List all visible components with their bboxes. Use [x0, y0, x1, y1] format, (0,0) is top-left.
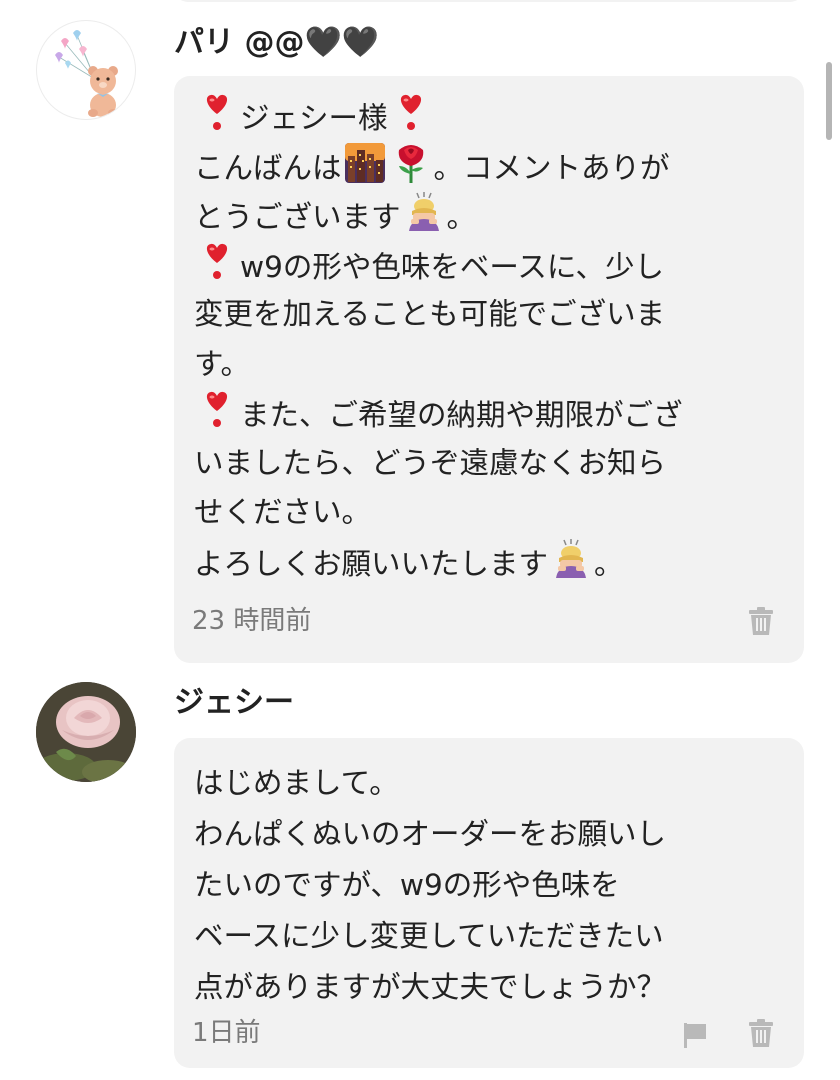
- bowing-person-emoji-icon: [550, 538, 592, 580]
- comment-bubble: はじめまして。わんぱくぬいのオーダーをお願いし たいのですが、w9の形や色味をベー…: [174, 738, 804, 1068]
- delete-button[interactable]: [744, 1016, 778, 1050]
- comment-text-segment: 。: [594, 546, 624, 581]
- comment-text-segment: こんばんは: [194, 150, 342, 185]
- comment-text-line: w9の形や色味をベースに、少し: [194, 241, 790, 291]
- heart-exclamation-emoji-icon: [196, 389, 238, 431]
- comment-text-line: 点がありますが大丈夫でしょうか？: [194, 962, 790, 1013]
- heart-exclamation-emoji-icon: [390, 92, 432, 134]
- comment-text-line: せください。: [194, 488, 790, 538]
- comment-text-line: す。: [194, 340, 790, 390]
- comment-text-segment: わんぱくぬいのオーダーをお願いし: [194, 817, 667, 851]
- comment-text-segment: す。: [194, 346, 251, 381]
- comment-text-line: ベースに少し変更していただきたい: [194, 911, 790, 962]
- comment-text-line: また、ご希望の納期や期限がござ: [194, 389, 790, 439]
- comment-text-segment: 。: [446, 200, 477, 234]
- comment-bubble: ジェシー様 こんばんは 。コメントありが とうございます。 w9の形や色味をベースに、少…: [174, 76, 804, 663]
- heart-exclamation-emoji-icon: [196, 241, 238, 283]
- pink-rose-photo-icon: [36, 682, 136, 782]
- heart-exclamation-emoji-icon: [196, 92, 238, 134]
- trash-icon: [749, 607, 773, 635]
- avatar-pari[interactable]: [36, 20, 136, 120]
- comment-text-segment: とうございます: [194, 200, 401, 234]
- comment-text-segment: はじめまして。: [194, 766, 399, 800]
- bowing-person-emoji-icon: [403, 191, 445, 233]
- flag-icon: [684, 1023, 706, 1048]
- comment-text-segment: 点がありますが大丈夫でしょうか？: [194, 970, 667, 1004]
- comment-text-line: ジェシー様: [194, 92, 790, 142]
- comment-text-segment: ベースに少し変更していただきたい: [194, 919, 664, 953]
- rose-emoji-icon: [390, 142, 432, 184]
- comment-username[interactable]: ジェシー: [174, 688, 294, 718]
- comment-text: ジェシー様 こんばんは 。コメントありが とうございます。 w9の形や色味をベースに、少…: [194, 92, 790, 587]
- comment-text-segment: せください。: [194, 495, 372, 529]
- comment-text-segment: よろしくお願いいたします: [194, 546, 549, 581]
- comment-text-segment: また、ご希望の納期や期限がござ: [240, 398, 683, 432]
- teddy-bear-balloons-icon: [55, 30, 118, 117]
- comment-text-line: 変更を加えることも可能でございま: [194, 290, 790, 340]
- comment-text-segment: w9の形や色味をベースに、少し: [240, 249, 665, 284]
- scrollbar-thumb[interactable]: [826, 62, 832, 140]
- comment-text-segment: いましたら、どうぞ遠慮なくお知ら: [194, 445, 667, 480]
- comment-text-line: とうございます 。: [194, 191, 790, 241]
- comment-text-segment: たいのですが、w9の形や色味を: [194, 868, 620, 902]
- comment-text-segment: 変更を加えることも可能でございま: [194, 297, 666, 331]
- trash-icon: [749, 1019, 773, 1047]
- avatar-jessie[interactable]: [36, 682, 136, 782]
- comment-text: はじめまして。わんぱくぬいのオーダーをお願いし たいのですが、w9の形や色味をベー…: [194, 758, 790, 1013]
- comment-text-line: こんばんは 。コメントありが: [194, 142, 790, 192]
- report-button[interactable]: [678, 1018, 712, 1052]
- city-sunset-emoji-icon: [344, 142, 386, 184]
- comment-text-line: たいのですが、w9の形や色味を: [194, 860, 790, 911]
- comment-text-line: いましたら、どうぞ遠慮なくお知ら: [194, 439, 790, 489]
- comment-username[interactable]: パリ @@🖤🖤: [174, 28, 379, 58]
- comment-timestamp: 23 時間前: [192, 606, 312, 636]
- previous-comment-bubble-edge: [174, 0, 804, 2]
- comment-text-line: はじめまして。: [194, 758, 790, 809]
- comment-text-segment: ジェシー様: [240, 101, 388, 135]
- comment-text-segment: 。コメントありが: [433, 150, 670, 185]
- comment-text-line: よろしくお願いいたします 。: [194, 538, 790, 588]
- comment-timestamp: 1日前: [192, 1018, 261, 1048]
- delete-button[interactable]: [744, 604, 778, 638]
- comment-text-line: わんぱくぬいのオーダーをお願いし: [194, 809, 790, 860]
